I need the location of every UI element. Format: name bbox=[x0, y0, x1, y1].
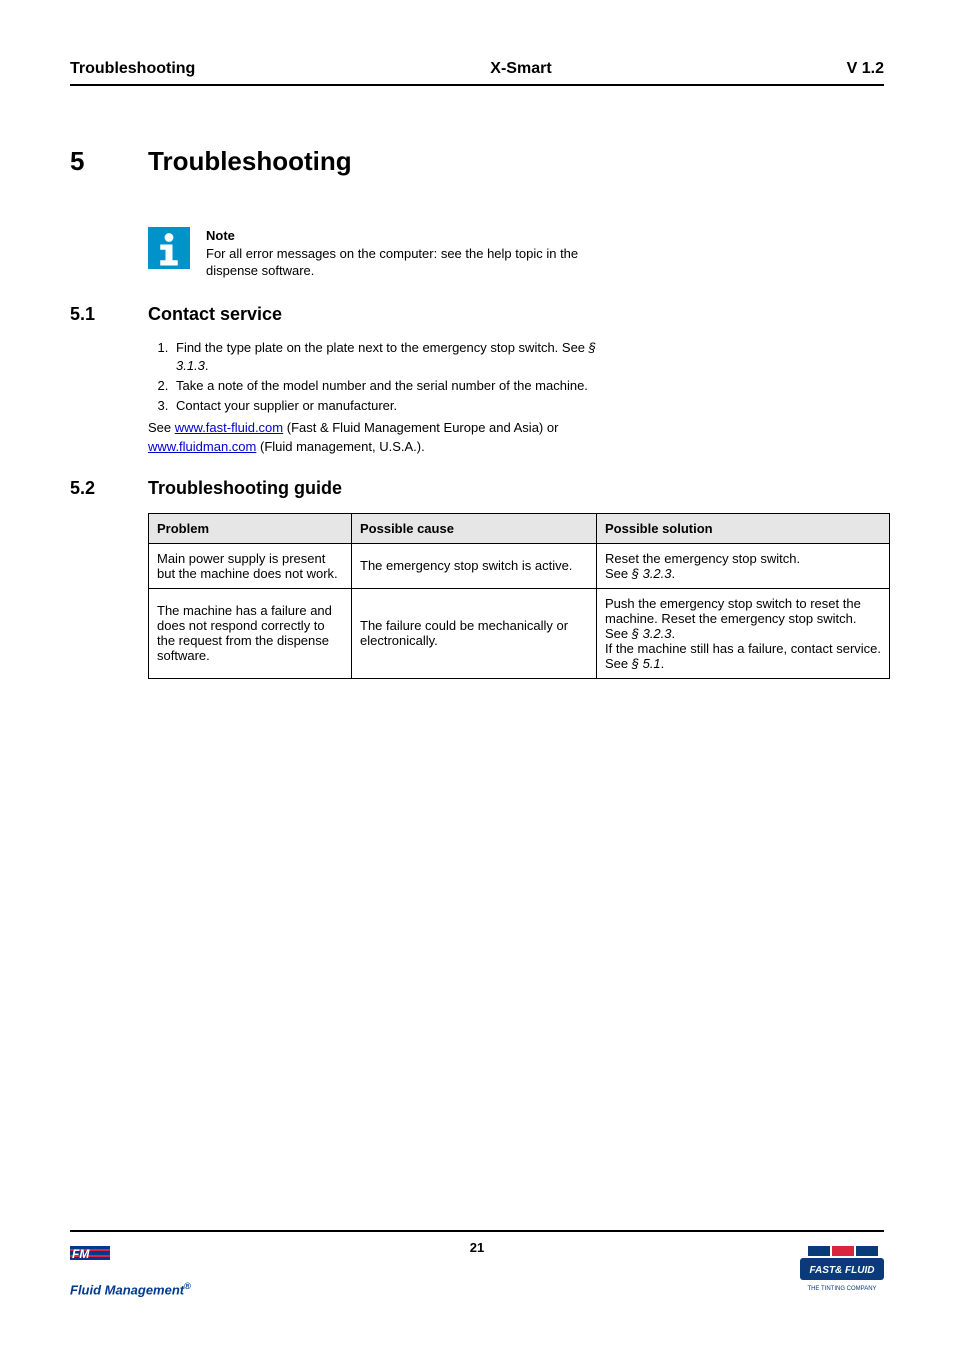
troubleshooting-table: Problem Possible cause Possible solution… bbox=[148, 513, 890, 679]
section-5-2-heading: 5.2 Troubleshooting guide bbox=[70, 478, 884, 499]
note-text: Note For all error messages on the compu… bbox=[206, 227, 606, 280]
contact-tail: See www.fast-fluid.com (Fast & Fluid Man… bbox=[148, 419, 628, 455]
cell-cause: The failure could be mechanically or ele… bbox=[352, 588, 597, 678]
table-row: Main power supply is present but the mac… bbox=[149, 543, 890, 588]
page-footer: 21 FM Fluid Management® FAST& FLUID THE … bbox=[70, 1230, 884, 1310]
logo-fluid-management: FM Fluid Management® bbox=[70, 1246, 191, 1297]
cross-ref: § 5.1 bbox=[632, 656, 661, 671]
note-label: Note bbox=[206, 227, 606, 245]
footer-rule bbox=[70, 1230, 884, 1232]
fast-fluid-logo-icon: FAST& FLUID THE TINTING COMPANY bbox=[800, 1246, 884, 1296]
step-text: Contact your supplier or manufacturer. bbox=[176, 398, 397, 413]
col-cause: Possible cause bbox=[352, 513, 597, 543]
section-number: 5.1 bbox=[70, 304, 148, 325]
col-problem: Problem bbox=[149, 513, 352, 543]
section-5-1-body: Find the type plate on the plate next to… bbox=[148, 339, 628, 456]
section-title: Contact service bbox=[148, 304, 282, 325]
tail-text: (Fluid management, U.S.A.). bbox=[256, 439, 424, 454]
step-text: Take a note of the model number and the … bbox=[176, 378, 588, 393]
page-header: Troubleshooting X-Smart V 1.2 bbox=[70, 60, 884, 78]
step-text: . bbox=[205, 358, 209, 373]
chapter-title: Troubleshooting bbox=[148, 146, 352, 177]
cell-solution: Reset the emergency stop switch. See § 3… bbox=[597, 543, 890, 588]
cross-ref: § 3.2.3 bbox=[632, 626, 672, 641]
brand-text: Fluid Management bbox=[70, 1282, 184, 1297]
cell-problem: Main power supply is present but the mac… bbox=[149, 543, 352, 588]
header-left: Troubleshooting bbox=[70, 60, 195, 78]
header-right: V 1.2 bbox=[847, 60, 884, 78]
page-number: 21 bbox=[470, 1240, 484, 1255]
header-center: X-Smart bbox=[490, 60, 551, 78]
list-item: Take a note of the model number and the … bbox=[172, 377, 628, 395]
section-title: Troubleshooting guide bbox=[148, 478, 342, 499]
table-row: The machine has a failure and does not r… bbox=[149, 588, 890, 678]
info-icon bbox=[148, 227, 190, 269]
section-number: 5.2 bbox=[70, 478, 148, 499]
tail-text: See bbox=[148, 420, 175, 435]
tail-text: (Fast & Fluid Management Europe and Asia… bbox=[283, 420, 558, 435]
list-item: Find the type plate on the plate next to… bbox=[172, 339, 628, 375]
cell-cause: The emergency stop switch is active. bbox=[352, 543, 597, 588]
cell-solution: Push the emergency stop switch to reset … bbox=[597, 588, 890, 678]
svg-text:FM: FM bbox=[72, 1247, 90, 1261]
link-fluidman[interactable]: www.fluidman.com bbox=[148, 439, 256, 454]
col-solution: Possible solution bbox=[597, 513, 890, 543]
cross-ref: § 3.2.3 bbox=[632, 566, 672, 581]
table-header-row: Problem Possible cause Possible solution bbox=[149, 513, 890, 543]
contact-steps-list: Find the type plate on the plate next to… bbox=[148, 339, 628, 416]
troubleshooting-table-wrap: Problem Possible cause Possible solution… bbox=[148, 513, 884, 679]
logo-fast-fluid: FAST& FLUID THE TINTING COMPANY bbox=[800, 1246, 884, 1301]
brand-sub: THE TINTING COMPANY bbox=[807, 1286, 876, 1292]
chapter-number: 5 bbox=[70, 146, 148, 177]
fm-logo-icon: FM bbox=[70, 1246, 110, 1272]
cell-problem: The machine has a failure and does not r… bbox=[149, 588, 352, 678]
section-5-1-heading: 5.1 Contact service bbox=[70, 304, 884, 325]
header-rule bbox=[70, 84, 884, 86]
note-body: For all error messages on the computer: … bbox=[206, 246, 578, 279]
sol-text: . bbox=[672, 566, 676, 581]
step-text: Find the type plate on the plate next to… bbox=[176, 340, 589, 355]
sol-text: . bbox=[661, 656, 665, 671]
brand-text: FAST& FLUID bbox=[810, 1265, 875, 1276]
note-block: Note For all error messages on the compu… bbox=[148, 227, 884, 280]
link-fast-fluid[interactable]: www.fast-fluid.com bbox=[175, 420, 283, 435]
list-item: Contact your supplier or manufacturer. bbox=[172, 397, 628, 415]
chapter-heading: 5 Troubleshooting bbox=[70, 146, 884, 177]
